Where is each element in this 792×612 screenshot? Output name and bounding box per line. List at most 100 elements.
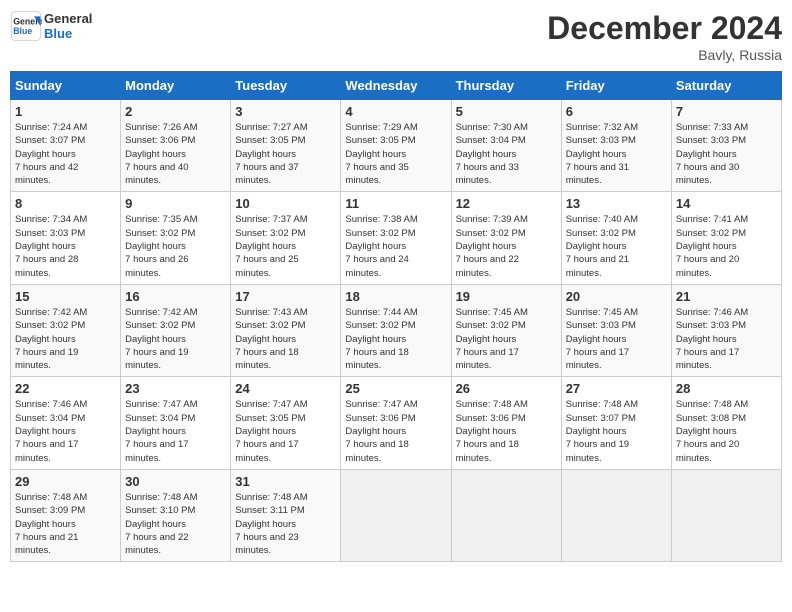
- day-number: 22: [15, 381, 116, 396]
- day-number: 7: [676, 104, 777, 119]
- day-cell: 25 Sunrise: 7:47 AMSunset: 3:06 PMDaylig…: [341, 377, 451, 469]
- day-info: Sunrise: 7:34 AMSunset: 3:03 PMDaylight …: [15, 213, 116, 279]
- week-row-1: 1 Sunrise: 7:24 AMSunset: 3:07 PMDayligh…: [11, 100, 782, 192]
- day-info: Sunrise: 7:26 AMSunset: 3:06 PMDaylight …: [125, 121, 226, 187]
- day-number: 25: [345, 381, 446, 396]
- day-info: Sunrise: 7:46 AMSunset: 3:03 PMDaylight …: [676, 306, 777, 372]
- logo-blue: Blue: [44, 26, 92, 41]
- day-info: Sunrise: 7:41 AMSunset: 3:02 PMDaylight …: [676, 213, 777, 279]
- day-info: Sunrise: 7:45 AMSunset: 3:02 PMDaylight …: [456, 306, 557, 372]
- day-info: Sunrise: 7:48 AMSunset: 3:06 PMDaylight …: [456, 398, 557, 464]
- day-cell: 5 Sunrise: 7:30 AMSunset: 3:04 PMDayligh…: [451, 100, 561, 192]
- day-cell: 7 Sunrise: 7:33 AMSunset: 3:03 PMDayligh…: [671, 100, 781, 192]
- title-area: December 2024 Bavly, Russia: [547, 10, 782, 63]
- day-info: Sunrise: 7:42 AMSunset: 3:02 PMDaylight …: [15, 306, 116, 372]
- day-info: Sunrise: 7:42 AMSunset: 3:02 PMDaylight …: [125, 306, 226, 372]
- week-row-4: 22 Sunrise: 7:46 AMSunset: 3:04 PMDaylig…: [11, 377, 782, 469]
- day-cell: 24 Sunrise: 7:47 AMSunset: 3:05 PMDaylig…: [231, 377, 341, 469]
- calendar-table: SundayMondayTuesdayWednesdayThursdayFrid…: [10, 71, 782, 562]
- col-header-thursday: Thursday: [451, 72, 561, 100]
- day-cell: 17 Sunrise: 7:43 AMSunset: 3:02 PMDaylig…: [231, 284, 341, 376]
- day-cell: 15 Sunrise: 7:42 AMSunset: 3:02 PMDaylig…: [11, 284, 121, 376]
- day-number: 27: [566, 381, 667, 396]
- day-info: Sunrise: 7:30 AMSunset: 3:04 PMDaylight …: [456, 121, 557, 187]
- logo: General Blue General Blue: [10, 10, 92, 42]
- header-row: SundayMondayTuesdayWednesdayThursdayFrid…: [11, 72, 782, 100]
- day-cell: 29 Sunrise: 7:48 AMSunset: 3:09 PMDaylig…: [11, 469, 121, 561]
- day-cell: 19 Sunrise: 7:45 AMSunset: 3:02 PMDaylig…: [451, 284, 561, 376]
- day-number: 30: [125, 474, 226, 489]
- day-number: 23: [125, 381, 226, 396]
- col-header-friday: Friday: [561, 72, 671, 100]
- day-cell: 13 Sunrise: 7:40 AMSunset: 3:02 PMDaylig…: [561, 192, 671, 284]
- day-cell: 23 Sunrise: 7:47 AMSunset: 3:04 PMDaylig…: [121, 377, 231, 469]
- day-info: Sunrise: 7:37 AMSunset: 3:02 PMDaylight …: [235, 213, 336, 279]
- day-number: 31: [235, 474, 336, 489]
- day-cell: 10 Sunrise: 7:37 AMSunset: 3:02 PMDaylig…: [231, 192, 341, 284]
- day-info: Sunrise: 7:24 AMSunset: 3:07 PMDaylight …: [15, 121, 116, 187]
- col-header-wednesday: Wednesday: [341, 72, 451, 100]
- day-info: Sunrise: 7:48 AMSunset: 3:08 PMDaylight …: [676, 398, 777, 464]
- day-number: 3: [235, 104, 336, 119]
- day-info: Sunrise: 7:48 AMSunset: 3:10 PMDaylight …: [125, 491, 226, 557]
- day-cell: 31 Sunrise: 7:48 AMSunset: 3:11 PMDaylig…: [231, 469, 341, 561]
- day-info: Sunrise: 7:47 AMSunset: 3:06 PMDaylight …: [345, 398, 446, 464]
- day-number: 21: [676, 289, 777, 304]
- day-number: 2: [125, 104, 226, 119]
- day-number: 26: [456, 381, 557, 396]
- day-number: 14: [676, 196, 777, 211]
- day-info: Sunrise: 7:47 AMSunset: 3:04 PMDaylight …: [125, 398, 226, 464]
- day-cell: 6 Sunrise: 7:32 AMSunset: 3:03 PMDayligh…: [561, 100, 671, 192]
- day-number: 10: [235, 196, 336, 211]
- day-cell: 3 Sunrise: 7:27 AMSunset: 3:05 PMDayligh…: [231, 100, 341, 192]
- day-number: 8: [15, 196, 116, 211]
- logo-icon: General Blue: [10, 10, 42, 42]
- day-info: Sunrise: 7:27 AMSunset: 3:05 PMDaylight …: [235, 121, 336, 187]
- week-row-5: 29 Sunrise: 7:48 AMSunset: 3:09 PMDaylig…: [11, 469, 782, 561]
- day-info: Sunrise: 7:43 AMSunset: 3:02 PMDaylight …: [235, 306, 336, 372]
- day-cell: [451, 469, 561, 561]
- day-cell: 14 Sunrise: 7:41 AMSunset: 3:02 PMDaylig…: [671, 192, 781, 284]
- logo-general: General: [44, 11, 92, 26]
- day-number: 11: [345, 196, 446, 211]
- day-info: Sunrise: 7:44 AMSunset: 3:02 PMDaylight …: [345, 306, 446, 372]
- day-cell: 16 Sunrise: 7:42 AMSunset: 3:02 PMDaylig…: [121, 284, 231, 376]
- day-number: 1: [15, 104, 116, 119]
- day-number: 20: [566, 289, 667, 304]
- day-number: 4: [345, 104, 446, 119]
- day-number: 17: [235, 289, 336, 304]
- day-cell: 28 Sunrise: 7:48 AMSunset: 3:08 PMDaylig…: [671, 377, 781, 469]
- day-info: Sunrise: 7:48 AMSunset: 3:07 PMDaylight …: [566, 398, 667, 464]
- day-info: Sunrise: 7:46 AMSunset: 3:04 PMDaylight …: [15, 398, 116, 464]
- day-cell: 21 Sunrise: 7:46 AMSunset: 3:03 PMDaylig…: [671, 284, 781, 376]
- day-cell: 9 Sunrise: 7:35 AMSunset: 3:02 PMDayligh…: [121, 192, 231, 284]
- day-cell: 20 Sunrise: 7:45 AMSunset: 3:03 PMDaylig…: [561, 284, 671, 376]
- day-info: Sunrise: 7:48 AMSunset: 3:09 PMDaylight …: [15, 491, 116, 557]
- day-info: Sunrise: 7:33 AMSunset: 3:03 PMDaylight …: [676, 121, 777, 187]
- day-cell: 26 Sunrise: 7:48 AMSunset: 3:06 PMDaylig…: [451, 377, 561, 469]
- day-cell: 1 Sunrise: 7:24 AMSunset: 3:07 PMDayligh…: [11, 100, 121, 192]
- day-cell: 12 Sunrise: 7:39 AMSunset: 3:02 PMDaylig…: [451, 192, 561, 284]
- day-number: 15: [15, 289, 116, 304]
- day-cell: 2 Sunrise: 7:26 AMSunset: 3:06 PMDayligh…: [121, 100, 231, 192]
- week-row-3: 15 Sunrise: 7:42 AMSunset: 3:02 PMDaylig…: [11, 284, 782, 376]
- page-header: General Blue General Blue December 2024 …: [10, 10, 782, 63]
- day-info: Sunrise: 7:40 AMSunset: 3:02 PMDaylight …: [566, 213, 667, 279]
- col-header-tuesday: Tuesday: [231, 72, 341, 100]
- day-cell: 30 Sunrise: 7:48 AMSunset: 3:10 PMDaylig…: [121, 469, 231, 561]
- col-header-saturday: Saturday: [671, 72, 781, 100]
- day-cell: 18 Sunrise: 7:44 AMSunset: 3:02 PMDaylig…: [341, 284, 451, 376]
- day-cell: [341, 469, 451, 561]
- day-number: 18: [345, 289, 446, 304]
- svg-text:Blue: Blue: [13, 26, 32, 36]
- day-number: 6: [566, 104, 667, 119]
- day-number: 19: [456, 289, 557, 304]
- week-row-2: 8 Sunrise: 7:34 AMSunset: 3:03 PMDayligh…: [11, 192, 782, 284]
- day-info: Sunrise: 7:35 AMSunset: 3:02 PMDaylight …: [125, 213, 226, 279]
- day-info: Sunrise: 7:29 AMSunset: 3:05 PMDaylight …: [345, 121, 446, 187]
- location: Bavly, Russia: [547, 47, 782, 63]
- day-cell: 11 Sunrise: 7:38 AMSunset: 3:02 PMDaylig…: [341, 192, 451, 284]
- day-number: 16: [125, 289, 226, 304]
- day-cell: 8 Sunrise: 7:34 AMSunset: 3:03 PMDayligh…: [11, 192, 121, 284]
- day-number: 5: [456, 104, 557, 119]
